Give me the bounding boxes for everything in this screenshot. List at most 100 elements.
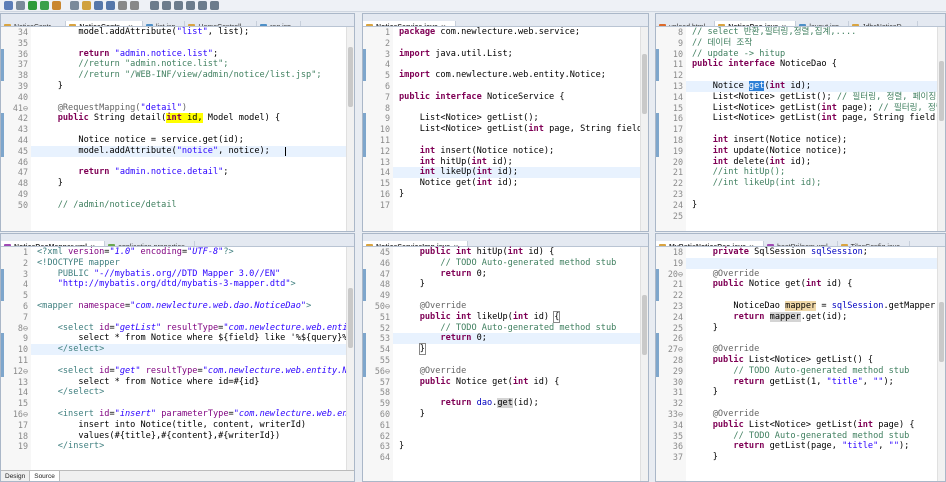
code-line[interactable]: 32 (656, 398, 937, 409)
code-text[interactable]: } (399, 409, 425, 420)
code-text[interactable]: int delete(int id); (692, 157, 811, 168)
code-line[interactable]: 12 int insert(Notice notice); (363, 146, 640, 157)
code-line[interactable]: 37 //return "admin.notice.list"; (1, 59, 346, 70)
code-line[interactable]: 18 values(#{title},#{content},#{writerId… (1, 431, 346, 442)
code-text[interactable]: @Override (399, 366, 467, 377)
code-line[interactable]: 5 (1, 290, 346, 301)
code-line[interactable]: 35 // TODO Auto-generated method stub (656, 431, 937, 442)
code-line[interactable]: 10 List<Notice> getList(int page, String… (363, 124, 647, 135)
code-line[interactable]: 49 (363, 290, 640, 301)
code-text[interactable]: </insert> (37, 441, 105, 452)
code-text[interactable]: NoticeDao mapper = sqlSession.getMapper(… (692, 300, 945, 312)
code-text[interactable]: Notice notice = service.get(id); (37, 135, 244, 146)
code-text[interactable]: // /admin/notice/detail (37, 200, 177, 211)
vertical-scrollbar[interactable] (346, 247, 354, 470)
code-text[interactable]: List<Notice> getList(); // 필터링, 정렬, 페이징,… (692, 92, 945, 103)
code-line[interactable]: 50⊖ @Override (363, 301, 640, 312)
code-text[interactable]: select * from Notice where id=#{id} (37, 377, 259, 388)
code-text[interactable]: } (37, 81, 63, 92)
code-line[interactable]: 63} (363, 441, 640, 452)
code-text[interactable]: public String detail(int id, Model model… (37, 113, 280, 124)
scrollbar-thumb[interactable] (642, 295, 647, 355)
code-text[interactable]: select * from Notice where ${field} like… (37, 333, 352, 344)
code-text[interactable]: </select> (37, 387, 105, 398)
code-text[interactable]: return 0; (399, 333, 487, 344)
code-text[interactable]: import com.newlecture.web.entity.Notice; (399, 70, 606, 81)
code-line[interactable]: 10 // update -> hitup (656, 49, 937, 60)
code-line[interactable]: 44 Notice notice = service.get(id); (1, 135, 346, 146)
code-line[interactable]: 38 //return "/WEB-INF/view/admin/notice/… (1, 70, 346, 81)
code-text[interactable]: int likeUp(int id); (399, 167, 518, 178)
editor-pane-notice-service[interactable]: NoticeService.java✕1 package com.newlectu… (362, 13, 649, 232)
code-line[interactable]: 19 (656, 258, 937, 269)
code-line[interactable]: 61 (363, 420, 640, 431)
code-text[interactable]: int insert(Notice notice); (692, 135, 848, 146)
code-text[interactable]: return getList(page, "title", ""); (692, 441, 909, 452)
print-icon[interactable] (16, 1, 25, 10)
code-area[interactable]: 34 model.addAttribute("list", list); 35 36… (1, 27, 346, 211)
code-text[interactable]: //int hitUp(); (692, 167, 785, 178)
scrollbar-thumb[interactable] (939, 302, 944, 362)
code-text[interactable]: } (399, 189, 404, 200)
code-text[interactable]: // update -> hitup (692, 49, 785, 60)
code-line[interactable]: 57 public Notice get(int id) { (363, 377, 640, 388)
code-line[interactable]: 4 "http://mybatis.org/dtd/mybatis-3-mapp… (1, 279, 346, 290)
code-text[interactable]: return "admin.notice.detail"; (37, 167, 228, 178)
code-text[interactable]: public interface NoticeService { (399, 92, 565, 103)
code-text[interactable]: </select> (37, 344, 105, 355)
code-line[interactable]: 24 return mapper.get(id); (656, 311, 937, 323)
code-line[interactable]: 12 (656, 70, 937, 81)
code-text[interactable]: } (399, 279, 425, 290)
code-line[interactable]: 11 public interface NoticeDao { (656, 59, 937, 70)
code-text[interactable]: } (399, 343, 426, 356)
code-line[interactable]: 11 (363, 135, 640, 146)
code-line[interactable]: 41⊖ @RequestMapping("detail") (1, 103, 346, 114)
code-line[interactable]: 34 public List<Notice> getList(int page)… (656, 420, 937, 431)
nav-icon[interactable] (210, 1, 219, 10)
code-line[interactable]: 42 public String detail(int id, Model mo… (1, 113, 346, 124)
search-icon[interactable] (106, 1, 115, 10)
editor-pane-mybatis-notice-dao[interactable]: MyBatisNoticeDao.java✕bootPrj/pom.xmlTil… (655, 233, 946, 482)
code-line[interactable]: 18 int insert(Notice notice); (656, 135, 937, 146)
code-line[interactable]: 3 PUBLIC "-//mybatis.org//DTD Mapper 3.0… (1, 269, 346, 280)
code-line[interactable]: 21 //int hitUp(); (656, 167, 937, 178)
code-text[interactable]: List<Notice> getList(int page); // 필터링, … (692, 103, 945, 114)
code-line[interactable]: 16⊖ <insert id="insert" parameterType="c… (1, 409, 354, 420)
code-text[interactable]: } (692, 200, 697, 211)
code-line[interactable]: 45 public int hitUp(int id) { (363, 247, 640, 258)
code-text[interactable]: <insert id="insert" parameterType="com.n… (37, 409, 354, 420)
code-line[interactable]: 6 <mapper namespace="com.newlecture.web.d… (1, 301, 346, 312)
code-line[interactable]: 17 insert into Notice(title, content, wr… (1, 420, 346, 431)
code-line[interactable]: 52 // TODO Auto-generated method stub (363, 323, 640, 334)
code-line[interactable]: 10 </select> (1, 344, 346, 355)
code-line[interactable]: 20⊖ @Override (656, 269, 937, 280)
code-text[interactable]: // TODO Auto-generated method stub (399, 323, 616, 334)
code-text[interactable]: // TODO Auto-generated method stub (692, 431, 909, 442)
code-text[interactable]: //int likeUp(int id); (692, 178, 822, 189)
code-line[interactable]: 22 (656, 290, 937, 301)
code-text[interactable]: @RequestMapping("detail") (37, 103, 187, 114)
nav-icon[interactable] (150, 1, 159, 10)
code-text[interactable]: // TODO Auto-generated method stub (399, 258, 616, 269)
code-line[interactable]: 21 public Notice get(int id) { (656, 279, 937, 290)
code-area[interactable]: 18 private SqlSession sqlSession; 19 20⊖ @… (656, 247, 945, 463)
search-icon[interactable] (94, 1, 103, 10)
code-line[interactable]: 39 } (1, 81, 346, 92)
code-line[interactable]: 56⊖ @Override (363, 366, 640, 377)
code-line[interactable]: 28 public List<Notice> getList() { (656, 355, 937, 366)
code-line[interactable]: 9 select * from Notice where ${field} li… (1, 333, 353, 344)
nav-icon[interactable] (198, 1, 207, 10)
code-line[interactable]: 24} (656, 200, 937, 211)
code-line[interactable]: 34 model.addAttribute("list", list); (1, 27, 346, 38)
code-line[interactable]: 45 model.addAttribute("notice", notice); (1, 146, 346, 157)
code-line[interactable]: 47 return "admin.notice.detail"; (1, 167, 346, 178)
code-line[interactable]: 46 (1, 157, 346, 168)
code-text[interactable]: <?xml version="1.0" encoding="UTF-8"?> (37, 247, 234, 258)
code-line[interactable]: 18 private SqlSession sqlSession; (656, 247, 937, 258)
code-text[interactable]: public interface NoticeDao { (692, 59, 837, 70)
code-line[interactable]: 30 return getList(1, "title", ""); (656, 377, 937, 388)
code-line[interactable]: 8 // select 반환,필터링,정렬,집계,.... (656, 27, 937, 38)
code-text[interactable]: public Notice get(int id) { (399, 377, 560, 388)
code-line[interactable]: 64 (363, 452, 640, 463)
code-line[interactable]: 54 } (363, 343, 640, 356)
